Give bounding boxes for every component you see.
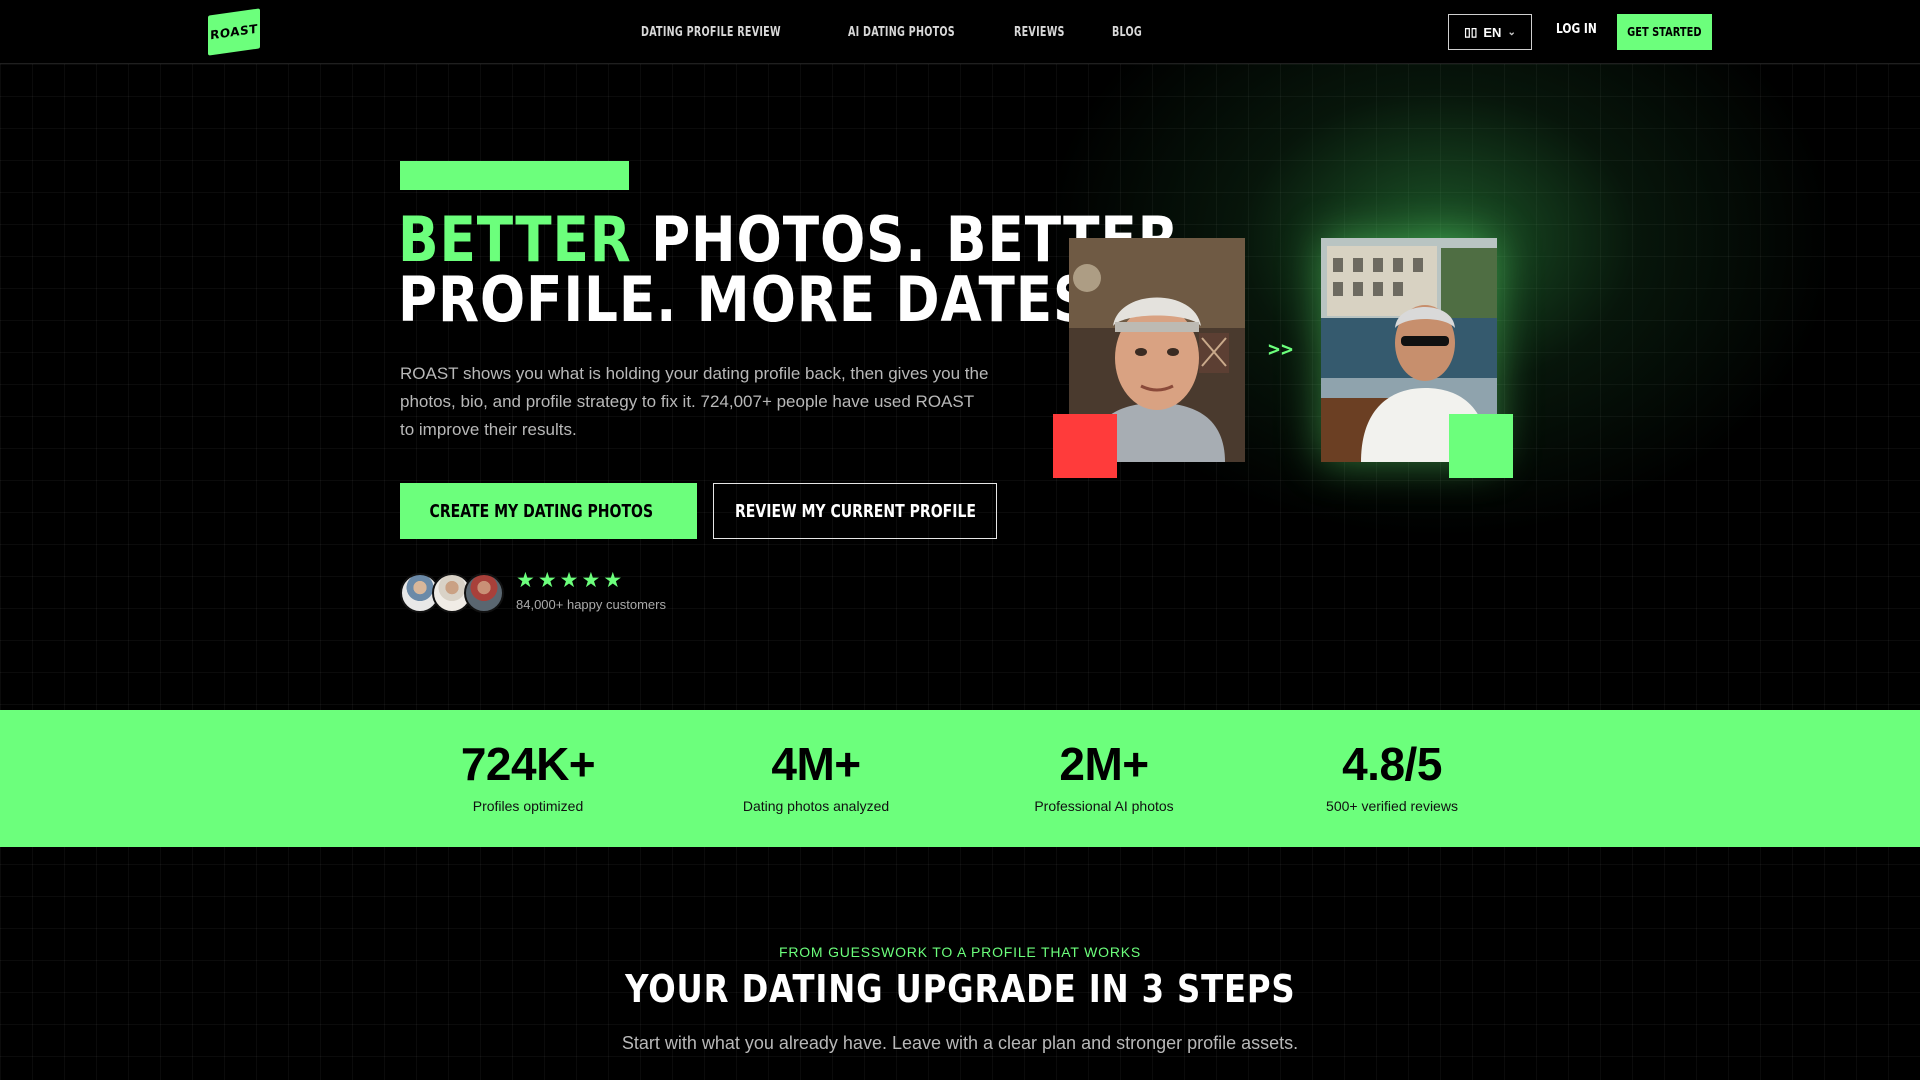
create-dating-photos-button[interactable]: Create my dating photos (400, 483, 697, 539)
stat-rating: 4.8/5 500+ verified reviews (1282, 740, 1502, 814)
flag-icon: ▯▯ (1464, 25, 1478, 39)
stat-value: 4M+ (771, 738, 861, 790)
stat-label: Profiles optimized (472, 798, 584, 814)
stat-value: 724K+ (460, 738, 596, 790)
star-icon: ★ (537, 569, 557, 592)
stat-label: Professional AI photos (1034, 798, 1174, 814)
roast-logo[interactable]: ROAST (208, 8, 260, 56)
login-link[interactable]: Log in (1556, 22, 1597, 37)
top-navigation: ROAST Dating Profile Review AI Dating Ph… (0, 0, 1920, 64)
nav-link-ai-dating-photos[interactable]: AI Dating Photos (848, 25, 955, 40)
stat-label: 500+ verified reviews (1326, 798, 1458, 814)
compare-arrows: >> (1268, 337, 1295, 361)
stat-value: 4.8/5 (1342, 738, 1442, 790)
get-started-button[interactable]: Get started (1617, 14, 1712, 50)
happy-customers-text: 84,000+ happy customers (516, 597, 666, 612)
avatar (464, 573, 504, 613)
nav-link-reviews[interactable]: Reviews (1014, 25, 1065, 40)
chevron-down-icon: ⌄ (1507, 26, 1516, 38)
nav-link-blog[interactable]: Blog (1112, 25, 1142, 40)
hero-subtext: ROAST shows you what is holding your dat… (400, 364, 989, 439)
star-icon: ★ (516, 569, 535, 592)
customer-avatars (400, 573, 510, 613)
review-profile-label: Review my current profile (734, 500, 976, 522)
create-dating-photos-label: Create my dating photos (429, 500, 654, 522)
review-profile-button[interactable]: Review my current profile (713, 483, 997, 539)
hero-badge-bar (400, 161, 629, 190)
stat-profiles: 724K+ Profiles optimized (418, 740, 638, 814)
star-icon: ★ (559, 569, 579, 592)
stat-ai-photos: 2M+ Professional AI photos (994, 740, 1214, 814)
green-accent-square (1449, 414, 1513, 478)
steps-subtitle: Start with what you already have. Leave … (621, 1033, 1299, 1053)
red-accent-square (1053, 414, 1117, 478)
stat-label: Dating photos analyzed (742, 798, 890, 814)
star-icon: ★ (603, 569, 623, 592)
headline-line-2: profile. More dates. (398, 263, 1114, 336)
nav-links: Dating Profile Review AI Dating Photos R… (641, 0, 1148, 64)
steps-eyebrow: From guesswork to a profile that works (778, 944, 1142, 960)
stat-value: 2M+ (1059, 738, 1149, 790)
stat-photos-analyzed: 4M+ Dating photos analyzed (706, 740, 926, 814)
star-icon: ★ (581, 569, 601, 592)
steps-title: Your dating upgrade in 3 steps (624, 967, 1296, 1011)
language-code: EN (1483, 24, 1502, 40)
rating-stars: ★ ★ ★ ★ ★ (516, 570, 622, 592)
nav-link-dating-profile-review[interactable]: Dating Profile Review (641, 25, 781, 40)
hero-headline: Better photos. Better profile. More date… (398, 209, 1179, 336)
stats-band: 724K+ Profiles optimized 4M+ Dating phot… (0, 710, 1920, 847)
language-selector[interactable]: ▯▯ EN ⌄ (1448, 14, 1532, 50)
